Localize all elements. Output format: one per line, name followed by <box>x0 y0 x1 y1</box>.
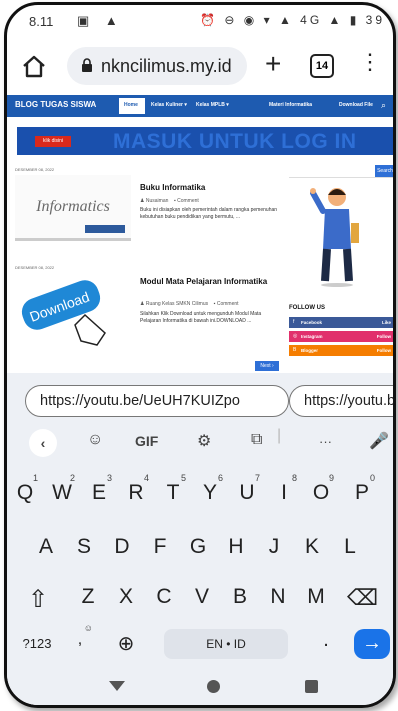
key-y[interactable]: Y6 <box>195 473 225 505</box>
url-text: nkncilimus.my.id <box>101 56 232 76</box>
key-e[interactable]: E3 <box>84 473 114 505</box>
post-excerpt: Buku ini disiapkan oleh pemerintah dalam… <box>140 207 278 220</box>
key-j[interactable]: J <box>259 535 289 559</box>
toolbar-divider: | <box>277 427 282 444</box>
key-g[interactable]: G <box>183 535 213 559</box>
clipboard-suggestion[interactable]: https://youtu.be/UeUH7KUIZpo <box>25 385 289 417</box>
key-x[interactable]: X <box>111 585 141 609</box>
nav-materi-informatika[interactable]: Materi Informatika <box>269 102 312 108</box>
login-banner: klik disini MASUK UNTUK LOG IN <box>17 127 393 155</box>
key-a[interactable]: A <box>31 535 61 559</box>
post-date: DESEMBER 08, 2022 <box>15 265 55 270</box>
more-icon[interactable]: ··· <box>319 434 332 449</box>
home-nav-icon[interactable] <box>207 680 220 693</box>
emoji-hint-icon: ☺ <box>83 623 93 633</box>
enter-key[interactable]: → <box>354 629 390 659</box>
post-meta: ♟ Ruang Kelas SMKN Cilimus ▪ Comment <box>140 301 239 307</box>
follow-us-title: FOLLOW US <box>289 305 325 311</box>
post-thumbnail[interactable]: Informatics <box>15 175 131 241</box>
social-facebook[interactable]: f Facebook Like <box>289 317 393 328</box>
clipboard-suggestion[interactable]: https://youtu.b <box>289 385 393 417</box>
recents-icon[interactable] <box>305 680 318 693</box>
key-n[interactable]: N <box>263 585 293 609</box>
facebook-icon: f <box>293 319 295 325</box>
key-b[interactable]: B <box>225 585 255 609</box>
banner-button[interactable]: klik disini <box>35 136 71 147</box>
status-time: 8.11 <box>29 14 54 29</box>
social-blogger[interactable]: B Blogger Follow <box>289 345 393 356</box>
period-key[interactable]: . <box>311 629 341 652</box>
address-bar[interactable]: nkncilimus.my.id <box>67 47 247 85</box>
sticker-icon[interactable]: ☺ <box>87 431 103 449</box>
key-i[interactable]: I8 <box>269 473 299 505</box>
sidebar-divider <box>289 177 393 178</box>
comma-key[interactable]: , ☺ <box>65 623 95 649</box>
system-nav-bar <box>7 669 393 705</box>
banner-text: MASUK UNTUK LOG IN <box>113 130 357 153</box>
web-page: BLOG TUGAS SISWA Home Kelas Kuliner ▾ Ke… <box>7 95 393 371</box>
instagram-icon: ◎ <box>293 333 298 339</box>
backspace-key[interactable]: ⌫ <box>347 585 378 611</box>
post-title[interactable]: Modul Mata Pelajaran Informatika <box>140 277 280 286</box>
key-w[interactable]: W2 <box>47 473 77 505</box>
more-menu-icon[interactable]: ⋮ <box>359 49 381 75</box>
space-key[interactable]: EN • ID <box>164 629 288 659</box>
post-date: DESEMBER 08, 2022 <box>15 167 55 172</box>
blogger-icon: B <box>293 347 297 353</box>
nav-home[interactable]: Home <box>119 98 145 114</box>
nav-kelas-kuliner[interactable]: Kelas Kuliner ▾ <box>151 102 187 108</box>
key-z[interactable]: Z <box>73 585 103 609</box>
translate-icon[interactable]: ⧉ <box>251 431 262 449</box>
sidebar-search-button[interactable]: Search <box>375 165 393 177</box>
key-o[interactable]: O9 <box>306 473 336 505</box>
key-m[interactable]: M <box>301 585 331 609</box>
settings-icon[interactable]: ⚙ <box>197 431 211 451</box>
gif-button[interactable]: GIF <box>135 433 158 449</box>
post-thumbnail[interactable]: Download <box>15 275 131 353</box>
back-icon[interactable] <box>109 681 125 691</box>
nav-kelas-mplb[interactable]: Kelas MPLB ▾ <box>196 102 229 108</box>
post-title[interactable]: Buku Informatika <box>140 183 205 192</box>
key-k[interactable]: K <box>297 535 327 559</box>
nav-download-file[interactable]: Download File <box>339 102 373 108</box>
shift-key[interactable]: ⇧ <box>23 585 53 614</box>
phone-frame: 8.11 ▣ ▲ ⏰ ⊖ ◉ ▾ ▲ 4G ▲ ▮ 39 nkncilimus.… <box>4 2 396 708</box>
site-search-icon[interactable]: ⌕ <box>381 100 386 111</box>
site-nav: BLOG TUGAS SISWA Home Kelas Kuliner ▾ Ke… <box>7 95 393 117</box>
social-instagram[interactable]: ◎ Instagram Follow <box>289 331 393 342</box>
key-h[interactable]: H <box>221 535 251 559</box>
post-meta: ♟ Nusaiman ▪ Comment <box>140 198 199 204</box>
keyboard: https://youtu.be/UeUH7KUIZpo https://you… <box>7 373 393 705</box>
key-s[interactable]: S <box>69 535 99 559</box>
key-d[interactable]: D <box>107 535 137 559</box>
tab-switcher-button[interactable]: 14 <box>310 54 334 78</box>
svg-text:Informatics: Informatics <box>35 198 110 215</box>
key-c[interactable]: C <box>149 585 179 609</box>
home-icon[interactable] <box>21 53 47 79</box>
site-brand[interactable]: BLOG TUGAS SISWA <box>15 100 96 109</box>
status-bar: 8.11 ▣ ▲ ⏰ ⊖ ◉ ▾ ▲ 4G ▲ ▮ 39 <box>7 5 393 39</box>
key-q[interactable]: Q1 <box>10 473 40 505</box>
status-right-icons: ⏰ ⊖ ◉ ▾ ▲ 4G ▲ ▮ 39 <box>200 13 385 27</box>
symbols-key[interactable]: ?123 <box>17 636 57 651</box>
key-u[interactable]: U7 <box>232 473 262 505</box>
globe-icon[interactable]: ⊕ <box>111 631 141 656</box>
new-tab-button[interactable]: + <box>265 50 281 78</box>
post-excerpt: Silahkan Klik Download untuk mengunduh M… <box>140 311 262 324</box>
browser-toolbar: nkncilimus.my.id + 14 ⋮ <box>7 39 393 95</box>
key-v[interactable]: V <box>187 585 217 609</box>
key-p[interactable]: P0 <box>347 473 377 505</box>
key-f[interactable]: F <box>145 535 175 559</box>
lock-icon <box>82 58 92 72</box>
key-t[interactable]: T5 <box>158 473 188 505</box>
person-illustration <box>310 188 359 287</box>
collapse-toolbar-icon[interactable]: ‹ <box>29 429 57 457</box>
next-page-button[interactable]: Next › <box>255 361 279 371</box>
status-left-icons: ▣ ▲ <box>77 13 124 28</box>
microphone-icon[interactable]: 🎤 <box>369 431 389 451</box>
key-l[interactable]: L <box>335 535 365 559</box>
sidebar: Search FOLLOW US f Facebook Like ◎ Instag… <box>289 165 393 371</box>
key-r[interactable]: R4 <box>121 473 151 505</box>
keyboard-toolbar: ‹ ☺ GIF ⚙ ⧉ | ··· 🎤 <box>7 421 393 465</box>
